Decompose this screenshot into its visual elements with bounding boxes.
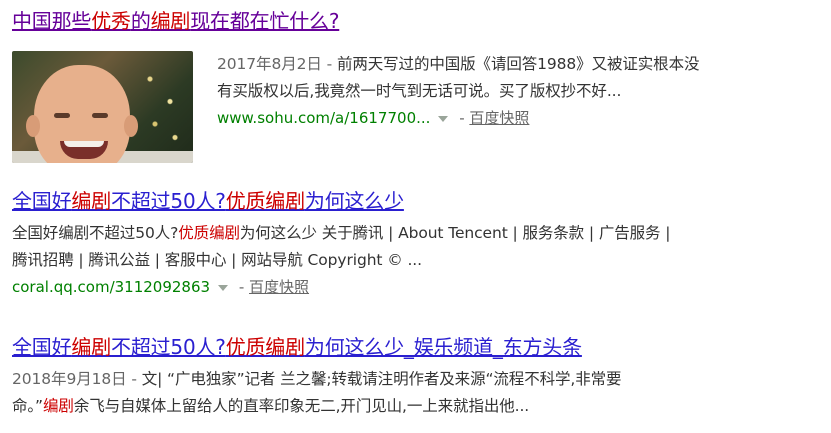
result-abstract: 2017年8月2日 - 前两天写过的中国版《请回答1988》又被证实根本没 有买… — [217, 51, 824, 131]
dropdown-arrow-icon[interactable] — [218, 284, 229, 291]
title-highlight: 优质编剧 — [225, 335, 305, 359]
title-text: 不超过50人? — [111, 335, 226, 359]
abstract-text: 命。” — [12, 397, 43, 415]
abstract-line: 2018年9月18日 - 文| “广电独家”记者 兰之馨;转载请注明作者及来源“… — [12, 366, 824, 393]
title-text: 全国好 — [12, 335, 72, 359]
result-date: 2017年8月2日 — [217, 55, 322, 73]
result-thumbnail[interactable] — [12, 51, 193, 163]
abstract-text: 腾讯招聘 | 腾讯公益 | 客服中心 | 网站导航 Copyright © ..… — [12, 251, 422, 269]
abstract-line: 2017年8月2日 - 前两天写过的中国版《请回答1988》又被证实根本没 — [217, 51, 824, 78]
result-url[interactable]: coral.qq.com/3112092863 — [12, 278, 210, 296]
thumbnail-ear — [124, 115, 138, 137]
title-highlight: 编剧 — [71, 189, 112, 213]
date-separator: - — [126, 370, 142, 388]
result-title-link[interactable]: 中国那些优秀的编剧现在都在忙什么? — [12, 8, 824, 34]
abstract-text: 文| “广电独家”记者 兰之馨;转载请注明作者及来源“流程不科学,非常要 — [141, 370, 622, 388]
abstract-highlight: 优质编剧 — [178, 224, 240, 242]
result-title-link[interactable]: 全国好编剧不超过50人?优质编剧为何这么少 — [12, 188, 824, 214]
abstract-line: 命。”编剧余飞与自媒体上留给人的直率印象无二,开门见山,一上来就指出他... — [12, 393, 824, 420]
abstract-text: 前两天写过的中国版《请回答1988》又被证实根本没 — [336, 55, 700, 73]
result-title-link[interactable]: 全国好编剧不超过50人?优质编剧为何这么少_娱乐频道_东方头条 — [12, 334, 824, 360]
title-highlight: 优秀 — [91, 9, 131, 33]
title-text: 为何这么少_娱乐频道_东方头条 — [304, 335, 582, 359]
result-url-line: www.sohu.com/a/1617700... - 百度快照 — [217, 105, 824, 131]
title-highlight: 编剧 — [150, 9, 191, 33]
result-url-line: coral.qq.com/3112092863 - 百度快照 — [12, 274, 824, 300]
snapshot-link[interactable]: 百度快照 — [249, 278, 309, 296]
thumbnail-ear — [26, 115, 40, 137]
title-text: 现在都在忙什么? — [190, 9, 340, 33]
thumbnail-background-lights — [135, 61, 185, 151]
thumbnail-eye — [54, 113, 70, 118]
abstract-text: 有买版权以后,我竟然一时气到无话可说。买了版权抄不好... — [217, 82, 622, 100]
abstract-line: 有买版权以后,我竟然一时气到无话可说。买了版权抄不好... — [217, 78, 824, 105]
snapshot-separator: - — [234, 278, 250, 296]
title-highlight: 优质编剧 — [225, 189, 305, 213]
abstract-highlight: 编剧 — [42, 397, 74, 415]
snapshot-separator: - — [454, 109, 470, 127]
result-abstract: 2018年9月18日 - 文| “广电独家”记者 兰之馨;转载请注明作者及来源“… — [12, 366, 824, 420]
thumbnail-teeth — [64, 141, 104, 147]
snapshot-link[interactable]: 百度快照 — [469, 109, 529, 127]
search-result-3: 全国好编剧不超过50人?优质编剧为何这么少_娱乐频道_东方头条 2018年9月1… — [12, 334, 824, 420]
abstract-line: 全国好编剧不超过50人?优质编剧为何这么少 关于腾讯 | About Tence… — [12, 220, 824, 247]
thumbnail-eye — [92, 113, 108, 118]
title-text: 中国那些 — [12, 9, 92, 33]
abstract-text: 余飞与自媒体上留给人的直率印象无二,开门见山,一上来就指出他... — [73, 397, 530, 415]
title-text: 的 — [130, 9, 151, 33]
date-separator: - — [321, 55, 337, 73]
search-result-1: 中国那些优秀的编剧现在都在忙什么? 2017年8月2日 - 前两天写过的中国版《… — [12, 8, 824, 163]
abstract-text: 为何这么少 关于腾讯 | About Tencent | 服务条款 | 广告服务… — [239, 224, 671, 242]
search-result-2: 全国好编剧不超过50人?优质编剧为何这么少 全国好编剧不超过50人?优质编剧为何… — [12, 188, 824, 300]
abstract-text: 全国好编剧不超过50人? — [12, 224, 179, 242]
result-abstract: 全国好编剧不超过50人?优质编剧为何这么少 关于腾讯 | About Tence… — [12, 220, 824, 300]
title-text: 全国好 — [12, 189, 72, 213]
result-date: 2018年9月18日 — [12, 370, 127, 388]
title-highlight: 编剧 — [71, 335, 112, 359]
dropdown-arrow-icon[interactable] — [438, 115, 449, 122]
title-text: 为何这么少 — [304, 189, 404, 213]
title-text: 不超过50人? — [111, 189, 226, 213]
result-url[interactable]: www.sohu.com/a/1617700... — [217, 109, 430, 127]
abstract-line: 腾讯招聘 | 腾讯公益 | 客服中心 | 网站导航 Copyright © ..… — [12, 247, 824, 274]
thumbnail-face — [26, 65, 138, 163]
